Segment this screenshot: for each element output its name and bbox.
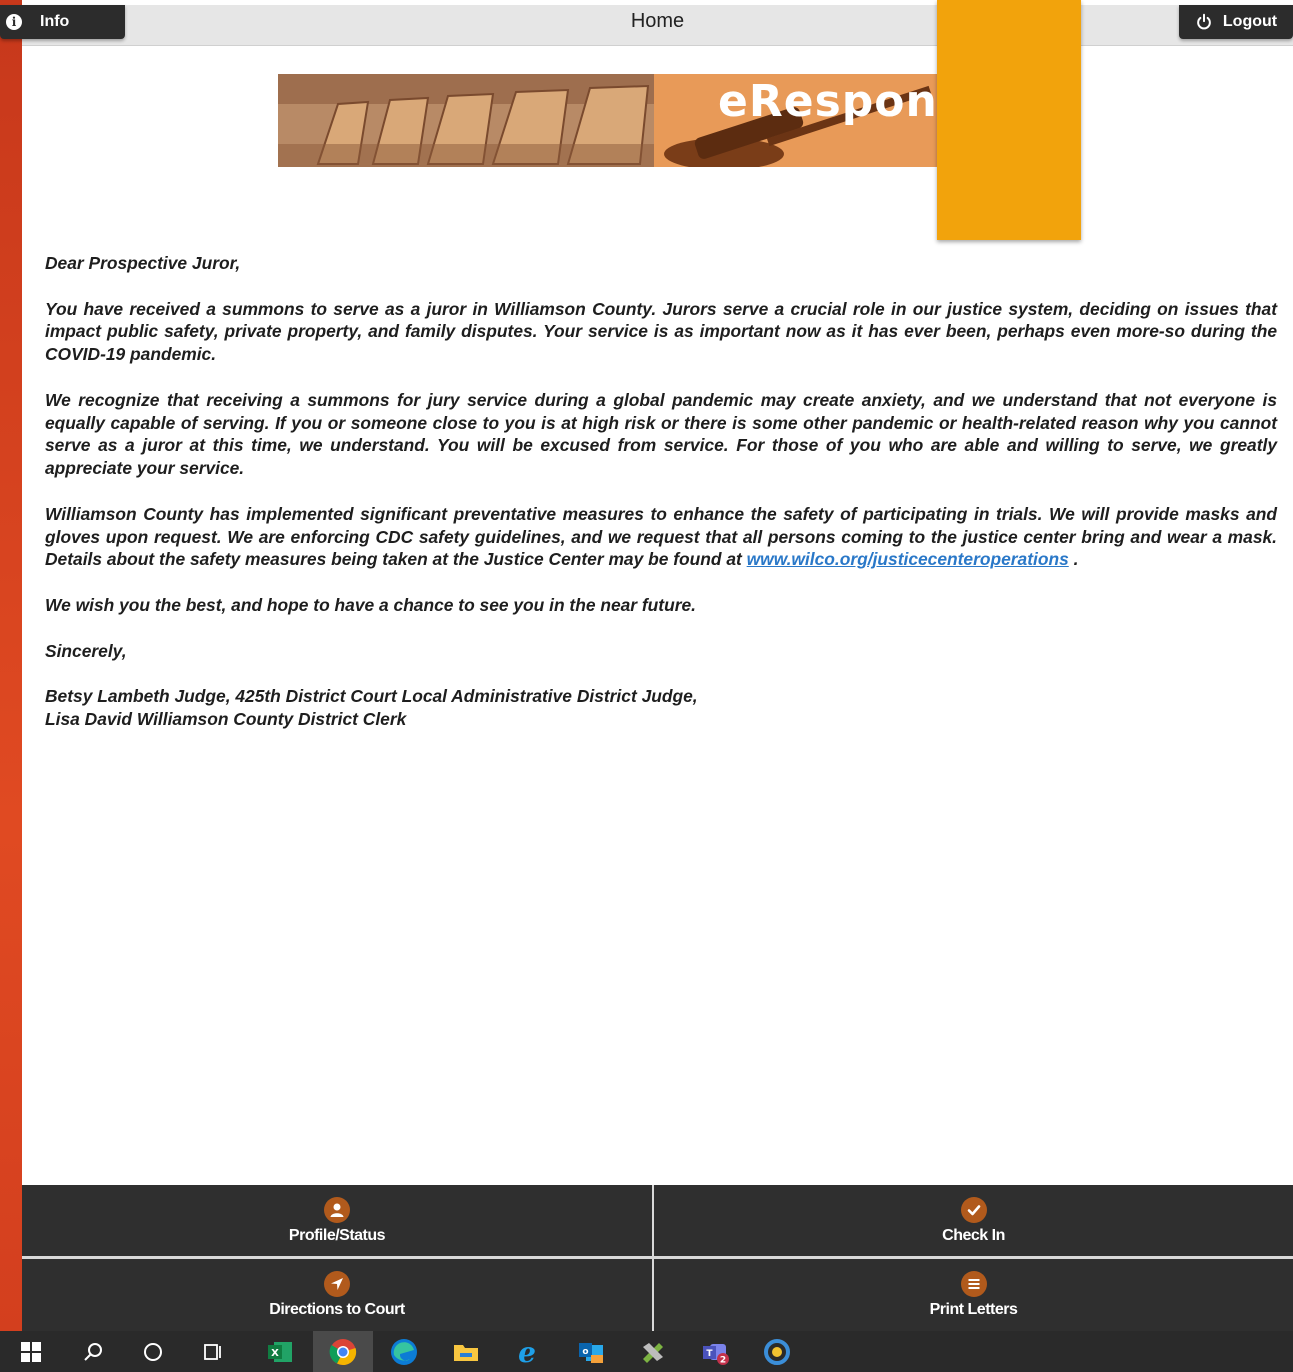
letter-signatures: Betsy Lambeth Judge, 425th District Cour… bbox=[45, 685, 1277, 731]
edge-icon[interactable] bbox=[385, 1331, 423, 1372]
chrome-icon[interactable] bbox=[313, 1331, 373, 1372]
letter-paragraph-2: We recognize that receiving a summons fo… bbox=[45, 389, 1277, 479]
banner-title: eRespons bbox=[718, 76, 938, 127]
courtroom-chairs-image bbox=[278, 74, 654, 167]
profile-status-label: Profile/Status bbox=[288, 1227, 386, 1244]
print-letters-label: Print Letters bbox=[929, 1301, 1018, 1318]
check-in-label: Check In bbox=[942, 1227, 1005, 1244]
tiles-divider-vertical bbox=[652, 1185, 654, 1331]
justice-center-operations-link[interactable]: www.wilco.org/justicecenteroperations bbox=[747, 549, 1069, 569]
letter-closing: Sincerely, bbox=[45, 640, 127, 661]
orange-overlay-box bbox=[937, 0, 1081, 240]
power-icon bbox=[1197, 13, 1211, 30]
directions-to-court-button[interactable]: Directions to Court bbox=[22, 1259, 652, 1331]
file-explorer-icon[interactable] bbox=[447, 1331, 485, 1372]
eresponse-banner: eRespons bbox=[278, 74, 938, 167]
teams-icon[interactable]: T2 bbox=[696, 1331, 734, 1372]
letter-greeting: Dear Prospective Juror, bbox=[45, 253, 241, 273]
tiles-divider-horizontal bbox=[22, 1256, 1293, 1259]
letter-paragraph-4: We wish you the best, and hope to have a… bbox=[45, 594, 696, 615]
check-in-button[interactable]: Check In bbox=[654, 1185, 1293, 1257]
print-letters-button[interactable]: Print Letters bbox=[654, 1259, 1293, 1331]
internet-explorer-icon[interactable]: e bbox=[508, 1331, 546, 1372]
svg-text:X: X bbox=[271, 1348, 279, 1359]
menu-lines-icon bbox=[960, 1271, 987, 1297]
outlook-icon[interactable]: o bbox=[572, 1331, 610, 1372]
task-view-icon[interactable] bbox=[198, 1331, 228, 1372]
letter-paragraph-3-end: . bbox=[1068, 549, 1079, 570]
signature-line-1: Betsy Lambeth Judge, 425th District Cour… bbox=[45, 686, 698, 707]
letter-paragraph-3: Williamson County has implemented signif… bbox=[45, 503, 1277, 571]
top-bar: i Info Home Logout bbox=[0, 5, 1293, 46]
letter-paragraph-1: You have received a summons to serve as … bbox=[45, 298, 1277, 365]
excel-icon[interactable]: X bbox=[262, 1331, 298, 1372]
app-icon-2[interactable] bbox=[758, 1331, 796, 1372]
cortana-icon[interactable] bbox=[138, 1331, 168, 1372]
person-icon bbox=[324, 1197, 350, 1223]
app-icon[interactable] bbox=[634, 1331, 672, 1372]
app-window: i Info Home Logout eRespon Dear Prospect… bbox=[0, 0, 1293, 1331]
profile-status-button[interactable]: Profile/Status bbox=[22, 1185, 652, 1257]
navigation-tiles: Profile/Status Check In Directions to Co… bbox=[22, 1185, 1293, 1331]
navigation-arrow-icon bbox=[324, 1271, 350, 1297]
search-icon[interactable] bbox=[78, 1331, 108, 1372]
desktop-background-strip bbox=[0, 0, 22, 1372]
svg-text:2: 2 bbox=[720, 1355, 726, 1365]
windows-start-icon[interactable] bbox=[16, 1331, 46, 1372]
logout-label: Logout bbox=[1222, 13, 1278, 30]
info-icon: i bbox=[6, 14, 22, 30]
page-title: Home bbox=[630, 10, 685, 32]
svg-text:o: o bbox=[582, 1347, 588, 1357]
svg-text:T: T bbox=[706, 1349, 713, 1359]
windows-taskbar: X e o T2 bbox=[0, 1331, 1293, 1372]
directions-to-court-label: Directions to Court bbox=[269, 1301, 405, 1318]
svg-text:e: e bbox=[518, 1338, 536, 1366]
check-icon bbox=[960, 1197, 987, 1223]
juror-letter: Dear Prospective Juror, You have receive… bbox=[45, 252, 1277, 754]
logout-button[interactable]: Logout bbox=[1179, 5, 1293, 39]
signature-line-2: Lisa David Williamson County District Cl… bbox=[45, 708, 407, 729]
letter-paragraph-3-text: Williamson County has implemented signif… bbox=[45, 503, 1277, 570]
